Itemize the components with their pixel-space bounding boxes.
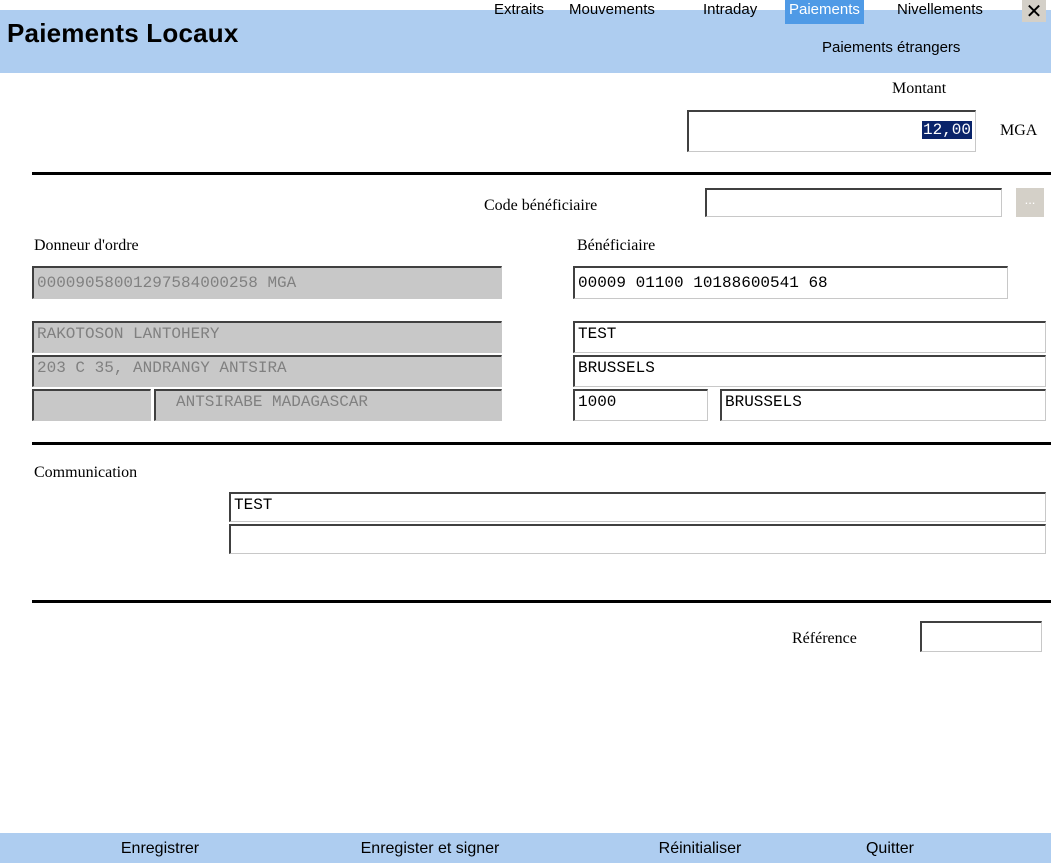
- nav-nivellements[interactable]: Nivellements: [897, 0, 983, 24]
- beneficiary-label: Bénéficiaire: [577, 237, 656, 254]
- close-icon[interactable]: ✕: [1022, 0, 1046, 22]
- save-and-sign-button[interactable]: Enregister et signer: [320, 833, 540, 863]
- nav-paiements[interactable]: Paiements: [785, 0, 864, 24]
- currency-label: MGA: [1000, 122, 1038, 139]
- beneficiary-account-input[interactable]: 00009 01100 10188600541 68: [573, 266, 1008, 299]
- nav-paiements-etrangers[interactable]: Paiements étrangers: [822, 38, 960, 62]
- reference-label: Référence: [792, 630, 857, 647]
- beneficiary-code-label: Code bénéficiaire: [484, 197, 598, 214]
- reference-input[interactable]: [920, 621, 1042, 652]
- beneficiary-city-input[interactable]: BRUSSELS: [720, 389, 1046, 421]
- communication-line1-input[interactable]: TEST: [229, 492, 1046, 522]
- communication-line2-input[interactable]: [229, 524, 1046, 554]
- beneficiary-code-input[interactable]: [705, 188, 1002, 217]
- orderer-account-field: 00009058001297584000258 MGA: [32, 266, 502, 299]
- page-title: Paiements Locaux: [7, 18, 239, 48]
- beneficiary-name-input[interactable]: TEST: [573, 321, 1046, 353]
- communication-label: Communication: [34, 464, 138, 481]
- amount-value: 12,00: [921, 121, 972, 139]
- orderer-address-field: 203 C 35, ANDRANGY ANTSIRA: [32, 355, 502, 387]
- nav-extraits[interactable]: Extraits: [494, 0, 544, 24]
- amount-label: Montant: [892, 80, 947, 97]
- beneficiary-postal-input[interactable]: 1000: [573, 389, 708, 421]
- amount-input[interactable]: 12,00: [687, 110, 976, 152]
- nav-mouvements[interactable]: Mouvements: [569, 0, 655, 24]
- beneficiary-address-input[interactable]: BRUSSELS: [573, 355, 1046, 387]
- divider: [32, 172, 1051, 175]
- orderer-postal-field: [32, 389, 151, 421]
- nav-intraday[interactable]: Intraday: [703, 0, 757, 24]
- save-button[interactable]: Enregistrer: [80, 833, 240, 863]
- orderer-name-field: RAKOTOSON LANTOHERY: [32, 321, 502, 353]
- divider: [32, 442, 1051, 445]
- orderer-label: Donneur d'ordre: [34, 237, 139, 254]
- reset-button[interactable]: Réinitialiser: [610, 833, 790, 863]
- orderer-city-field: ANTSIRABE MADAGASCAR: [154, 389, 502, 421]
- quit-button[interactable]: Quitter: [830, 833, 950, 863]
- divider: [32, 600, 1051, 603]
- browse-button[interactable]: ...: [1016, 188, 1044, 217]
